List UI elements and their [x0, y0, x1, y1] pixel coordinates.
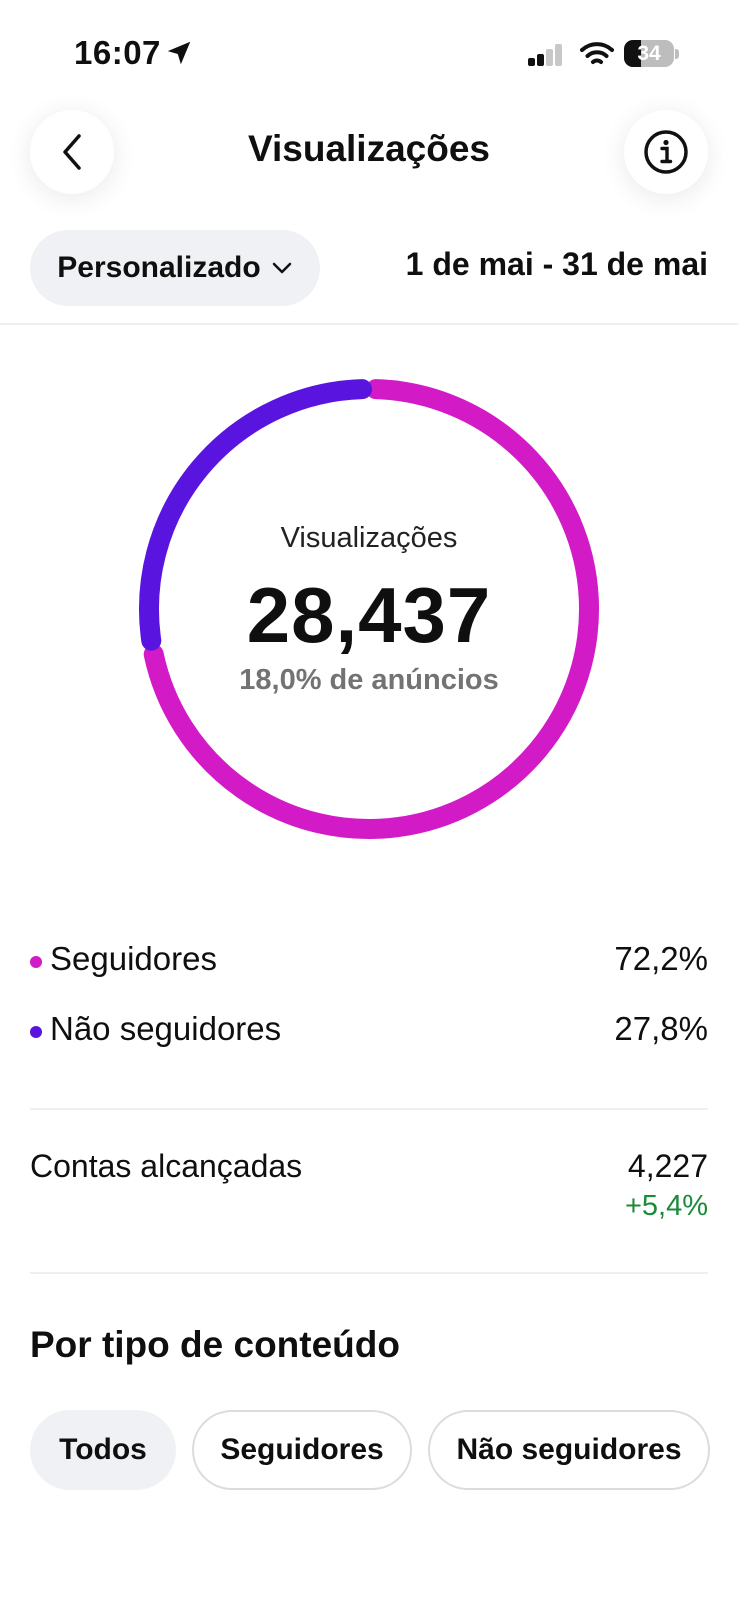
chevron-down-icon — [272, 262, 291, 274]
donut-center-label: Visualizações — [280, 522, 458, 554]
battery-icon: 34 — [624, 40, 674, 67]
wifi-icon — [580, 42, 614, 64]
legend-dot-non-followers — [30, 1026, 42, 1038]
filter-chip-followers[interactable]: Seguidores — [192, 1410, 412, 1490]
legend-value: 27,8% — [614, 1010, 708, 1047]
ads-share-text: 18,0% de anúncios — [239, 664, 499, 696]
period-dropdown-label: Personalizado — [57, 251, 261, 284]
divider — [0, 323, 738, 325]
info-button[interactable] — [624, 110, 708, 194]
accounts-reached-value: 4,227 — [627, 1148, 708, 1184]
legend-item-followers: Seguidores 72,2% — [30, 940, 708, 986]
legend-item-non-followers: Não seguidores 27,8% — [30, 1010, 708, 1056]
accounts-reached-label: Contas alcançadas — [30, 1148, 303, 1184]
legend-dot-followers — [30, 956, 42, 968]
legend-value: 72,2% — [614, 940, 708, 977]
total-views-value: 28,437 — [246, 571, 492, 659]
location-arrow-icon — [167, 41, 191, 65]
section-title: Por tipo de conteúdo — [30, 1324, 400, 1365]
battery-nub — [675, 49, 679, 59]
info-icon — [644, 130, 688, 174]
period-dropdown[interactable]: Personalizado — [30, 230, 320, 306]
divider — [30, 1108, 708, 1110]
battery-level: 34 — [637, 42, 661, 65]
status-time: 16:07 — [74, 34, 161, 71]
legend-label: Não seguidores — [50, 1010, 282, 1047]
legend-label: Seguidores — [50, 940, 217, 977]
filter-chip-all[interactable]: Todos — [30, 1410, 176, 1490]
accounts-reached-change: +5,4% — [624, 1190, 708, 1222]
date-range[interactable]: 1 de mai - 31 de mai — [406, 246, 708, 283]
cellular-signal-icon — [528, 44, 564, 66]
filter-chip-non-followers[interactable]: Não seguidores — [428, 1410, 710, 1490]
divider — [30, 1272, 708, 1274]
